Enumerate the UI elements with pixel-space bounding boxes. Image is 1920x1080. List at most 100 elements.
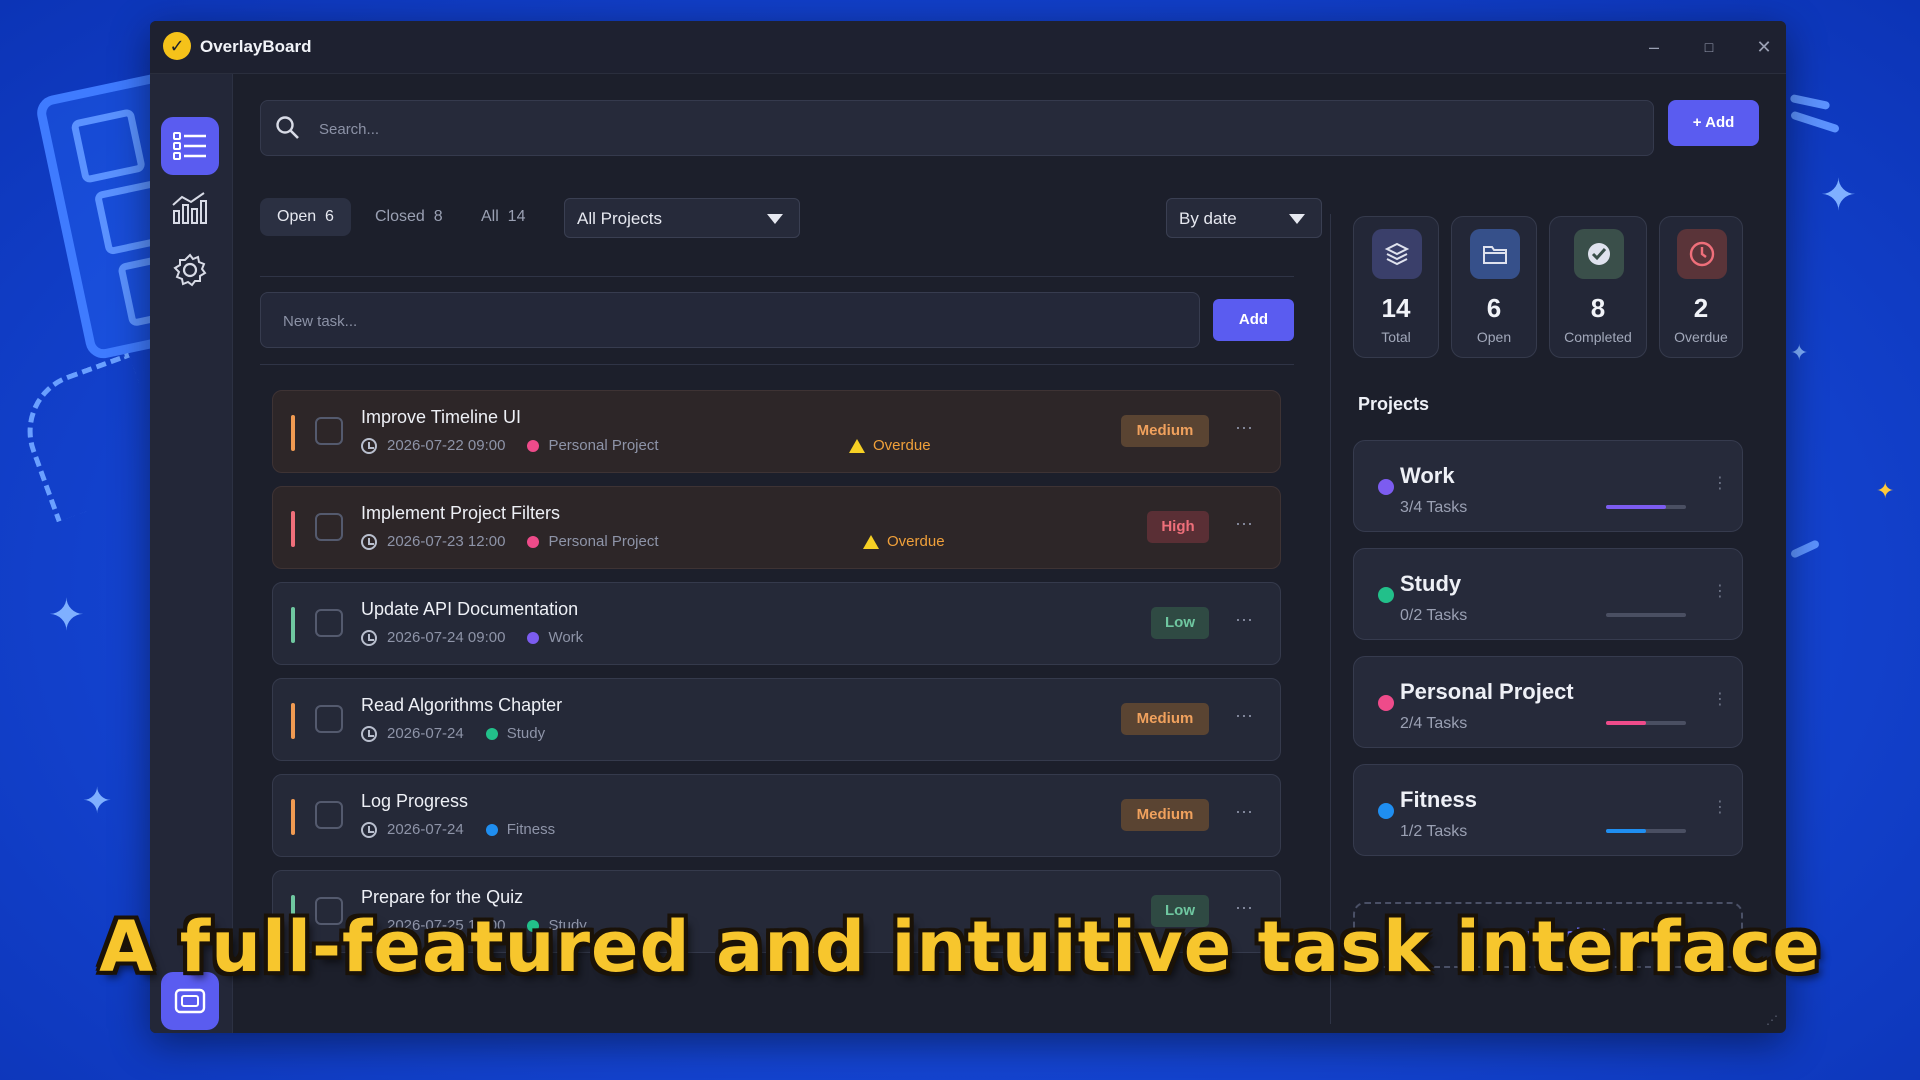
sidebar [150,74,233,1033]
priority-badge: High [1147,511,1209,543]
project-card-personal[interactable]: Personal Project 2/4 Tasks ⋮ [1353,656,1743,748]
more-options-button[interactable]: ··· [1235,705,1253,726]
resize-grip-icon[interactable]: ⋰ [1766,1013,1778,1027]
task-checkbox[interactable] [315,609,343,637]
overdue-label: Overdue [873,437,931,454]
app-logo-icon: ✓ [163,32,191,60]
project-name: Fitness [1400,787,1478,812]
background-star-icon: ✦ [1820,171,1857,220]
close-button[interactable]: ✕ [1750,33,1778,61]
sidebar-item-settings[interactable] [161,241,219,299]
search-input[interactable] [317,111,1621,147]
project-card-fitness[interactable]: Fitness 1/2 Tasks ⋮ [1353,764,1743,856]
project-dot [527,631,540,644]
project-card-study[interactable]: Study 0/2 Tasks ⋮ [1353,548,1743,640]
main-panel: + Add Open 6 Closed 8 All 14 All Project… [232,74,1786,1033]
project-name: Work [1400,463,1455,488]
more-options-button[interactable]: ··· [1235,513,1253,534]
more-options-button[interactable]: ⋮ [1712,689,1728,709]
more-options-button[interactable]: ··· [1235,609,1253,630]
sort-value: By date [1179,209,1237,228]
projects-heading: Projects [1358,394,1430,414]
tab-all[interactable]: All 14 [464,198,542,236]
add-button[interactable]: + Add [1668,100,1759,146]
maximize-button[interactable]: □ [1695,33,1723,61]
task-project: Fitness [506,821,556,838]
chevron-down-icon [1289,214,1305,224]
search-bar[interactable] [260,100,1654,156]
stat-label: Completed [1564,329,1632,345]
project-task-count: 0/2 Tasks [1400,607,1468,624]
divider [260,276,1294,277]
more-options-button[interactable]: ⋮ [1712,581,1728,601]
task-project: Personal Project [548,533,659,550]
tab-count: 6 [325,208,334,225]
task-row[interactable]: Improve Timeline UI 2026-07-22 09:00 Per… [272,390,1281,473]
warning-icon [863,534,879,549]
background-sparkle-icon: ✦ [1790,340,1809,365]
background-star-icon: ✦ [48,591,85,640]
clock-icon [361,821,377,838]
tab-open[interactable]: Open 6 [260,198,351,236]
task-checkbox[interactable] [315,513,343,541]
task-title: Update API Documentation [361,599,579,619]
task-checkbox[interactable] [315,801,343,829]
task-date: 2026-07-22 [387,437,464,454]
overdue-tag: Overdue [849,437,931,454]
layers-icon [1372,229,1422,279]
more-options-button[interactable]: ··· [1235,801,1253,822]
minimize-button[interactable]: – [1640,33,1668,61]
task-row[interactable]: Log Progress 2026-07-24 Fitness Medium ·… [272,774,1281,857]
background-dash-line [1789,110,1841,134]
sort-select[interactable]: By date [1166,198,1322,238]
priority-badge: Medium [1121,703,1209,735]
project-progress-bar [1606,829,1686,833]
tab-closed[interactable]: Closed 8 [358,198,460,236]
overdue-label: Overdue [887,533,945,550]
list-icon [173,132,206,160]
task-checkbox[interactable] [315,417,343,445]
new-task-field[interactable] [260,292,1200,348]
folder-icon [1470,229,1520,279]
more-options-button[interactable]: ⋮ [1712,473,1728,493]
clock-icon [361,437,377,454]
project-dot [1378,803,1394,819]
more-options-button[interactable]: ⋮ [1712,797,1728,817]
task-project: Study [506,725,546,742]
project-filter-select[interactable]: All Projects [564,198,800,238]
stat-value: 6 [1486,293,1502,323]
task-checkbox[interactable] [315,705,343,733]
title-bar: ✓ OverlayBoard – □ ✕ [150,21,1786,74]
project-dot [1378,695,1394,711]
task-row[interactable]: Read Algorithms Chapter 2026-07-24 Study… [272,678,1281,761]
new-task-input[interactable] [281,303,1185,339]
panel-divider [1330,214,1331,1024]
project-card-work[interactable]: Work 3/4 Tasks ⋮ [1353,440,1743,532]
clock-icon [361,629,377,646]
clock-icon [361,725,377,742]
promo-caption: A full-featured and intuitive task inter… [99,906,1821,988]
project-task-count: 2/4 Tasks [1400,715,1468,732]
task-row[interactable]: Implement Project Filters 2026-07-23 12:… [272,486,1281,569]
task-title: Read Algorithms Chapter [361,695,563,715]
chevron-down-icon [767,214,783,224]
stat-card-completed: 8 Completed [1549,216,1647,358]
add-task-button[interactable]: Add [1213,299,1294,341]
more-options-button[interactable]: ··· [1235,417,1253,438]
project-dot [527,439,540,452]
sidebar-item-tasks[interactable] [161,117,219,175]
sidebar-item-analytics[interactable] [161,179,219,237]
stat-value: 2 [1693,293,1709,323]
warning-icon [849,438,865,453]
tab-label: Closed [375,208,425,225]
project-progress-fill [1606,829,1646,833]
project-task-count: 3/4 Tasks [1400,499,1468,516]
project-progress-bar [1606,613,1686,617]
task-row[interactable]: Update API Documentation 2026-07-24 09:0… [272,582,1281,665]
stat-value: 14 [1381,293,1411,323]
project-progress-fill [1606,721,1646,725]
stat-label: Open [1476,329,1512,345]
project-dot [485,823,498,836]
task-meta: 2026-07-24 Study [361,725,545,742]
clock-icon [1677,229,1727,279]
